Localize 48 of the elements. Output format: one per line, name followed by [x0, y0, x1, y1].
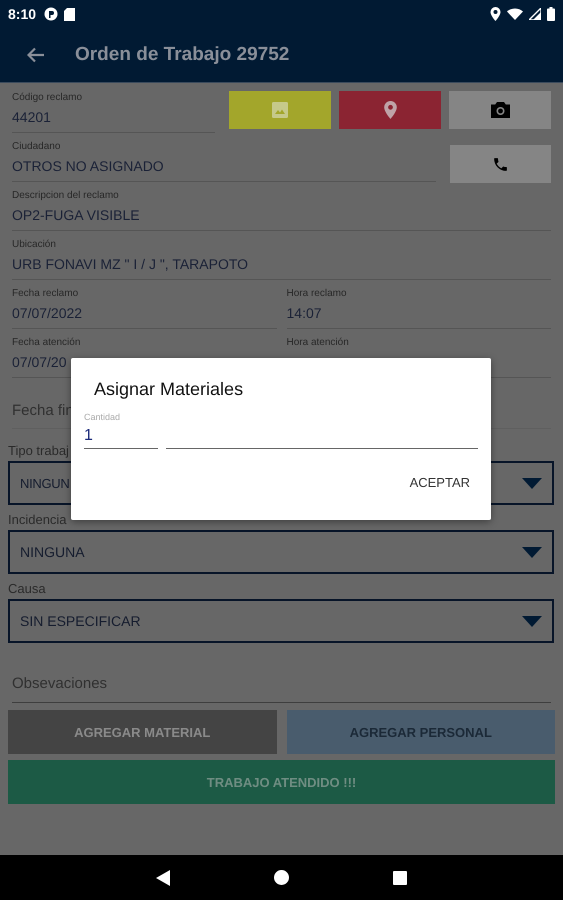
caret-icon	[522, 616, 542, 626]
field-label: Fecha atención	[12, 336, 82, 350]
field-value: OTROS NO ASIGNADO	[12, 157, 165, 176]
field-label: Hora reclamo	[286, 287, 348, 301]
field-label: Ciudadano	[12, 140, 62, 154]
location-pin-icon	[384, 101, 396, 119]
action-button[interactable]: AGREGAR MATERIAL	[8, 710, 276, 754]
field-label: Fecha reclamo	[12, 287, 80, 301]
wifi-icon	[507, 8, 523, 20]
field-label: Hora atención	[286, 336, 350, 350]
field-label: Código reclamo	[12, 91, 84, 105]
field-value: 44201	[12, 108, 52, 127]
accept-button[interactable]: ACEPTAR	[402, 469, 478, 496]
sd-card-icon	[64, 8, 76, 20]
field-label: Descripcion del reclamo	[12, 189, 120, 203]
status-time: 8:10	[8, 6, 36, 22]
dropdown[interactable]: SIN ESPECIFICAR	[8, 599, 554, 643]
location-icon	[490, 7, 501, 21]
location-button[interactable]	[339, 91, 441, 129]
field-value: 07/07/20	[12, 353, 68, 372]
field-label: Tipo trabaj	[8, 443, 70, 458]
caret-icon	[522, 546, 542, 558]
home-icon[interactable]	[274, 870, 289, 885]
text-input[interactable]: Obsevaciones	[12, 669, 551, 703]
field-value: OP2-FUGA VISIBLE	[12, 206, 141, 225]
submit-button[interactable]: TRABAJO ATENDIDO !!!	[8, 760, 555, 804]
field-label: Ubicación	[12, 238, 57, 252]
dropdown[interactable]: NINGUNA	[8, 530, 554, 574]
recents-icon[interactable]	[393, 870, 407, 884]
quantity-field[interactable]: 1	[84, 422, 158, 449]
back-icon[interactable]	[156, 870, 170, 886]
dialog-title: Asignar Materiales	[94, 379, 244, 400]
battery-icon	[547, 7, 555, 21]
camera-icon	[490, 102, 510, 118]
field-value: 14:07	[286, 304, 323, 323]
phone-icon	[492, 156, 509, 172]
caret-icon	[522, 478, 542, 488]
field-value: 07/07/2022	[12, 304, 84, 323]
signal-icon	[529, 8, 541, 20]
field-label: Incidencia	[8, 512, 68, 527]
field-value: URB FONAVI MZ " I / J ", TARAPOTO	[12, 255, 250, 274]
back-arrow-icon[interactable]	[27, 47, 45, 63]
camera-button[interactable]	[449, 91, 551, 129]
field-label: Causa	[8, 581, 47, 596]
notification-icon	[44, 7, 58, 21]
image-icon	[272, 102, 288, 118]
field-label: Cantidad	[84, 412, 122, 422]
screen-title: Orden de Trabajo 29752	[75, 44, 290, 66]
